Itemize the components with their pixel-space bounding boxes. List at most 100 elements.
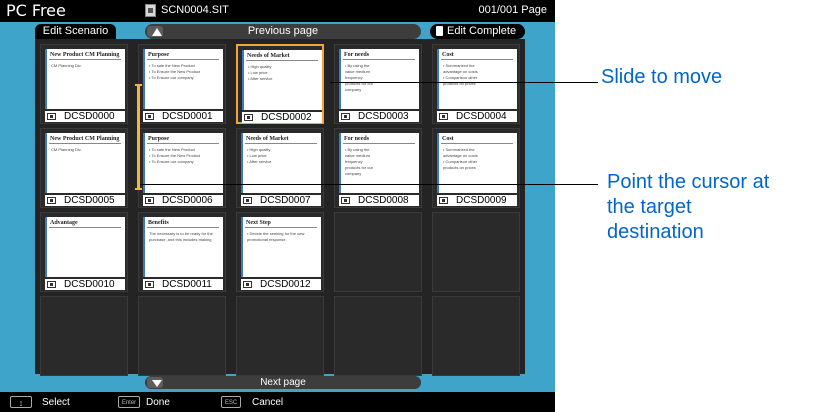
slide-label-text: DCSD0010 (64, 279, 115, 290)
slide-text-line: • To Ensure our company (149, 159, 194, 164)
slide-accent-bar (339, 49, 341, 109)
slide-text-line: advantage on costs (443, 69, 478, 74)
empty-slide-cell[interactable] (40, 296, 128, 376)
app-title: PC Free (6, 1, 66, 20)
callout-line-cursor (140, 184, 598, 185)
slide-cell[interactable]: For needs • By using the value medium frequ… (334, 44, 422, 124)
slide-text-line: company (345, 171, 362, 176)
slide-thumbnail: Benefits The necessary is to be ready for… (143, 217, 223, 277)
slide-thumbnail: For needs • By using the value medium frequ… (339, 49, 419, 109)
slide-label: DCSD0007 (241, 195, 321, 206)
slide-text-line: • Comparison other (443, 75, 478, 80)
slide-text-line: CM Planning Div. (51, 63, 82, 68)
slide-title: Advantage (50, 220, 78, 226)
insert-cursor (135, 84, 142, 190)
previous-page-button[interactable]: Previous page (145, 24, 421, 39)
slide-cell[interactable]: Purpose • To sale the New Product • To Ens… (138, 44, 226, 124)
slide-cell[interactable]: Purpose • To sale the New Product • To Ens… (138, 128, 226, 208)
file-icon (145, 4, 156, 17)
slide-title: Cost (442, 52, 454, 58)
empty-slide-cell[interactable] (138, 296, 226, 376)
next-page-label: Next page (260, 377, 306, 388)
slide-thumbnail: Advantage (45, 217, 125, 277)
slide-accent-bar (242, 50, 244, 110)
slide-title: Needs of Market (246, 136, 289, 142)
slide-title: Needs of Market (247, 53, 290, 59)
slide-text-line: • After service (248, 76, 273, 81)
empty-slide-cell[interactable] (432, 296, 520, 376)
slide-label-text: DCSD0002 (261, 112, 312, 123)
page-count: 001/001 Page (478, 4, 547, 16)
slide-cell[interactable]: Advantage DCSD0010 (40, 212, 128, 292)
slide-text-line: • Low price (248, 70, 268, 75)
tab-edit-scenario-label: Edit Scenario (42, 25, 109, 37)
slide-text-line: purchase, and this includes making (149, 237, 212, 242)
slide-label-text: DCSD0009 (456, 195, 507, 206)
slide-title: Purpose (148, 52, 169, 58)
slide-icon (243, 197, 252, 204)
empty-slide-cell[interactable] (334, 212, 422, 292)
slide-text-line: promotional response. (247, 237, 287, 242)
slide-cell[interactable]: New Product CM Planning CM Planning Div. D… (40, 44, 128, 124)
slide-label-text: DCSD0005 (64, 195, 115, 206)
slide-icon (145, 281, 154, 288)
empty-slide-cell[interactable] (236, 296, 324, 376)
slide-label: DCSD0002 (242, 112, 322, 123)
slide-text-line: • After service (247, 159, 272, 164)
tab-edit-scenario[interactable]: Edit Scenario (35, 24, 116, 39)
slide-label: DCSD0012 (241, 279, 321, 290)
slide-icon (47, 197, 56, 204)
slide-title-rule (147, 59, 219, 60)
callout-point-cursor-line1: Point the cursor at (607, 171, 770, 193)
edit-complete-icon (436, 26, 443, 36)
slide-cell[interactable]: Needs of Market • High quality • Low price… (236, 44, 324, 124)
slide-cell[interactable]: For needs • By using the value medium frequ… (334, 128, 422, 208)
slide-icon (341, 197, 350, 204)
slide-text-line: • Summarized the (443, 63, 475, 68)
slide-accent-bar (45, 133, 47, 193)
previous-page-label: Previous page (247, 25, 319, 37)
next-page-button[interactable]: Next page (145, 376, 421, 389)
cancel-label: Cancel (252, 397, 284, 408)
slide-cell[interactable]: Cost • Summarized the advantage on costs • … (432, 44, 520, 124)
slide-cell[interactable]: Next Step • Decide the seeking for the ne… (236, 212, 324, 292)
slide-title-rule (441, 143, 513, 144)
slide-accent-bar (143, 49, 145, 109)
edit-complete-button[interactable]: Edit Complete (430, 24, 525, 39)
footer-bar: ↕ Select Enter Done ESC Cancel (0, 392, 555, 412)
slide-cell[interactable]: New Product CM Planning CM Planning Div. D… (40, 128, 128, 208)
slide-title-rule (246, 60, 318, 61)
slide-accent-bar (241, 217, 243, 277)
select-label: Select (42, 397, 70, 408)
title-bar: PC Free SCN0004.SIT 001/001 Page (0, 0, 555, 22)
slide-text-line: • Summarized the (443, 147, 475, 152)
slide-text-line: products on prices (443, 165, 476, 170)
slide-title-rule (49, 143, 121, 144)
done-label: Done (146, 397, 170, 408)
slide-cell[interactable]: Needs of Market • High quality • Low price… (236, 128, 324, 208)
slide-label-text: DCSD0007 (260, 195, 311, 206)
slide-thumbnail: New Product CM Planning CM Planning Div. (45, 133, 125, 193)
slide-text-line: • To Ensure our company (149, 75, 194, 80)
arrow-down-icon-box (147, 377, 163, 388)
slide-title-rule (147, 143, 219, 144)
slide-cell[interactable]: Benefits The necessary is to be ready for… (138, 212, 226, 292)
esc-key-icon: ESC (221, 396, 241, 408)
slide-icon (439, 197, 448, 204)
slide-text-line: • Decide the seeking for the new (247, 231, 305, 236)
slide-text-line: • By using the (345, 63, 370, 68)
slide-cell[interactable]: Cost • Summarized the advantage on costs • … (432, 128, 520, 208)
slide-title-rule (343, 59, 415, 60)
slide-accent-bar (45, 217, 47, 277)
file-name: SCN0004.SIT (161, 4, 229, 16)
slide-title: For needs (344, 136, 370, 142)
slide-thumbnail: New Product CM Planning CM Planning Div. (45, 49, 125, 109)
slide-label: DCSD0001 (143, 111, 223, 122)
slide-icon (47, 113, 56, 120)
select-key-icon: ↕ (10, 396, 32, 408)
empty-slide-cell[interactable] (334, 296, 422, 376)
slide-text-line: frequency (345, 75, 363, 80)
slide-icon (47, 281, 56, 288)
slide-title: New Product CM Planning (50, 52, 120, 58)
empty-slide-cell[interactable] (432, 212, 520, 292)
